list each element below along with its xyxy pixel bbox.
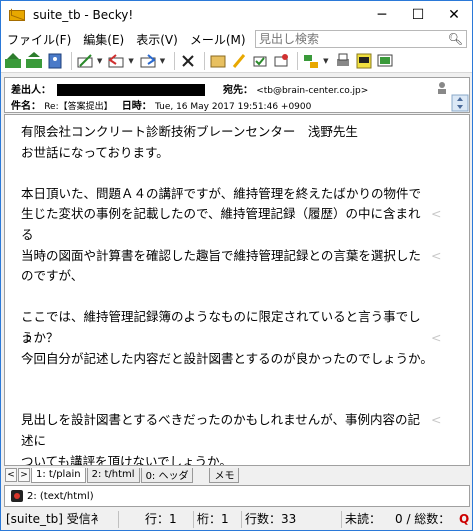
status-received: 受信衤 [66,512,103,526]
search-placeholder: 見出し検索 [259,32,320,46]
search-icon[interactable]: 🔍︎ [448,31,463,47]
filter-icon[interactable] [302,52,320,70]
tab-next-button[interactable]: > [18,468,30,482]
subject-value: Re:【答案提出】 [44,102,113,112]
body-line [21,163,433,184]
wrap-marker: < [431,412,442,428]
body-line: ここでは、維持管理記録簿のようなものに限定されていると言う事でしょ < [21,307,441,345]
tab-text-html[interactable]: 2: t/html [86,467,140,483]
status-q: Q [459,512,470,526]
view-tab-bar: < > 1: t/plain 2: t/html 0: ヘッダ メモ [4,467,470,483]
body-line [21,390,433,411]
from-redacted [57,84,205,96]
body-line: お世話になっております。 [21,144,169,160]
flag-pencil-icon[interactable] [230,52,248,70]
subject-label: 件名： [11,101,41,112]
forward-dropdown-icon[interactable]: ▼ [160,57,165,65]
body-line: ついても講評を頂けないでしょうか。 [21,453,232,466]
menu-mail[interactable]: メール(M) [184,31,252,48]
to-row: 宛先： <tb@brain-center.co.jp> [223,81,368,96]
body-line [21,287,433,308]
status-bar: [suite_tb] 受信衤 行：1 桁：1 行数：33 未読： 0 / 総数：… [1,509,472,530]
maximize-button[interactable]: ☐ [400,1,436,29]
body-line: のですが、 [21,268,84,284]
move-folder-icon[interactable] [209,52,227,70]
print-icon[interactable] [334,52,352,70]
status-folder-name: [suite_tb] [6,512,63,526]
status-folder: [suite_tb] 受信衤 [3,511,119,528]
body-line: 本日頂いた、問題Ａ４の講評ですが、維持管理を終えたばかりの物件で [21,185,422,201]
from-label: 差出人： [11,85,51,96]
subject-row: 件名： Re:【答案提出】 日時： Tue, 16 May 2017 19:51… [11,97,311,112]
date-label: 日時： [121,101,152,112]
app-window: suite_tb - Becky! ─ ☐ ✕ ファイル(F) 編集(E) 表示… [0,0,473,531]
menu-file[interactable]: ファイル(F) [1,31,77,48]
toolbar-separator [204,51,206,70]
tab-header[interactable]: 0: ヘッダ [140,467,194,483]
status-unread-count: 0 / 総数： [395,512,451,526]
toolbar-separator [71,51,72,70]
filter-dropdown-icon[interactable]: ▼ [323,57,328,65]
attachment-label[interactable]: 2: (text/html) [27,491,94,502]
body-line [21,369,433,390]
minimize-button[interactable]: ─ [364,1,400,29]
to-value[interactable]: <tb@brain-center.co.jp> [256,86,368,96]
message-body-text: 有限会社コンクリート診断技術ブレーンセンター 浅野先生 お世話になっております。本… [21,122,441,466]
body-line: 述に [21,432,47,448]
status-line-count: 行数：33 [242,511,342,528]
body-line: 見出しを設計図書とするべきだったのかもしれませんが、事例内容の記 < [21,410,441,431]
message-body-pane[interactable]: 有限会社コンクリート診断技術ブレーンセンター 浅野先生 お世話になっております。本… [4,114,470,466]
screen-icon[interactable] [376,52,394,70]
send-mail-icon[interactable] [25,51,43,70]
wrap-marker: < [431,206,442,222]
toolbar-separator [297,51,299,70]
status-line: 行：1 [142,511,194,528]
add-contact-icon[interactable] [438,82,446,94]
body-line: 当時の図面や計算書を確認した趣旨で維持管理記録との言葉を選択した < [21,246,441,267]
mark-read-icon[interactable] [251,52,269,70]
expand-header-icon[interactable] [451,94,469,112]
status-column: 桁：1 [194,511,242,528]
body-line: うか？ [21,329,59,345]
message-header-pane: 差出人： 宛先： <tb@brain-center.co.jp> 件名： Re:… [4,77,470,113]
mark-unread-icon[interactable] [272,52,290,70]
notes-icon[interactable] [355,52,373,70]
becky-envelope-icon [9,7,25,23]
reply-dropdown-icon[interactable]: ▼ [128,57,133,65]
body-line: る [21,226,34,242]
tab-memo[interactable]: メモ [209,467,240,483]
window-title: suite_tb - Becky! [33,8,134,22]
compose-dropdown-icon[interactable]: ▼ [97,57,102,65]
from-row: 差出人： [11,81,205,96]
menu-view[interactable]: 表示(V) [130,31,184,48]
menu-bar: ファイル(F) 編集(E) 表示(V) メール(M) ツー 見出し検索 🔍︎ [1,29,472,49]
tab-text-plain[interactable]: 1: t/plain [31,467,86,483]
to-label: 宛先： [223,85,253,96]
menu-edit[interactable]: 編集(E) [77,31,130,48]
attachment-pane: 2: (text/html) [4,485,470,507]
delete-icon[interactable] [179,52,197,70]
body-line: 生じた変状の事例を記載したので、維持管理記録（履歴）の中に含まれ < [21,204,441,225]
forward-icon[interactable] [139,52,157,70]
tab-prev-button[interactable]: < [5,468,17,482]
body-line: 今回自分が記述した内容だと設計図書とするのが良かったのでしょうか。 [21,350,433,366]
html-attachment-icon[interactable] [11,490,23,502]
compose-icon[interactable] [76,52,94,70]
toolbar: ▼ ▼ ▼ ▼ [1,49,472,73]
header-icons [435,78,469,112]
wrap-marker: < [431,247,442,263]
close-button[interactable]: ✕ [436,1,472,29]
header-search-input[interactable]: 見出し検索 🔍︎ [255,30,467,48]
title-bar: suite_tb - Becky! ─ ☐ ✕ [1,1,472,29]
toolbar-separator [174,51,176,70]
body-line: 有限会社コンクリート診断技術ブレーンセンター 浅野先生 [21,124,358,139]
receive-mail-icon[interactable] [4,52,22,70]
date-value: Tue, 16 May 2017 19:51:46 +0900 [154,102,312,112]
address-book-icon[interactable] [46,52,64,70]
reply-icon[interactable] [107,52,125,70]
status-unread-label: 未読： [345,512,382,526]
